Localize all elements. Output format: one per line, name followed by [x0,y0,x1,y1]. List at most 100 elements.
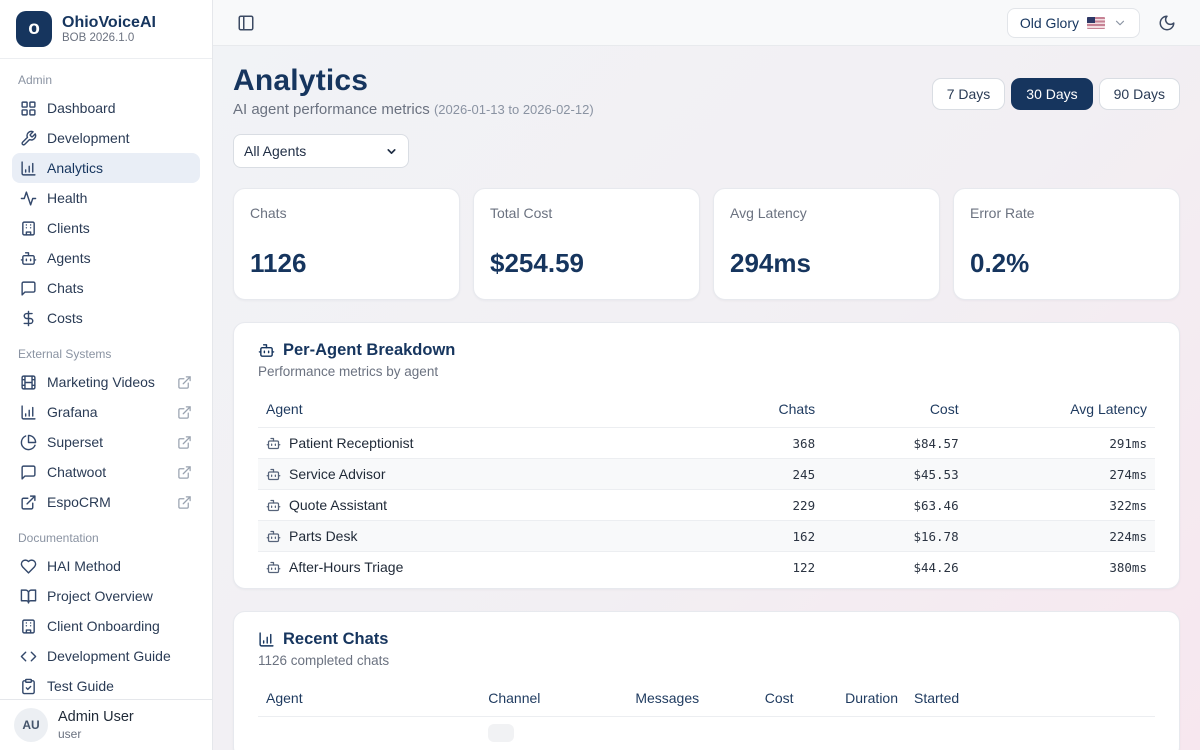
content: Analytics AI agent performance metrics (… [213,46,1200,750]
user-role: user [58,727,134,741]
brand-logo: o [16,11,52,47]
sidebar-item-agents[interactable]: Agents [12,243,200,273]
stat-value: 0.2% [970,248,1163,279]
sidebar-item-superset[interactable]: Superset [12,427,200,457]
table-row-parts-desk[interactable]: Parts Desk162$16.78224ms [258,521,1155,552]
table-row-after-hours-triage[interactable]: After-Hours Triage122$44.26380ms [258,552,1155,583]
message-icon [20,280,37,297]
agent-filter-value: All Agents [244,143,306,159]
stat-card-chats: Chats1126 [233,188,460,300]
external-link-icon [20,494,37,511]
sidebar-item-label: EspoCRM [47,494,167,510]
sidebar-item-development[interactable]: Development [12,123,200,153]
sidebar-item-hai-method[interactable]: HAI Method [12,551,200,581]
recent-chats-title: Recent Chats [283,630,388,649]
sidebar-item-label: Analytics [47,160,192,176]
sidebar-item-development-guide[interactable]: Development Guide [12,641,200,671]
sidebar-item-label: Health [47,190,192,206]
bot-icon [266,529,281,544]
table-row-patient-receptionist[interactable]: Patient Receptionist368$84.57291ms [258,428,1155,459]
column-header-channel: Channel [480,680,627,717]
column-header-chats: Chats [680,391,824,428]
date-range: (2026-01-13 to 2026-02-12) [434,102,594,117]
range-button-90-days[interactable]: 90 Days [1099,78,1180,110]
per-agent-subtitle: Performance metrics by agent [258,364,1155,379]
external-link-icon [177,405,192,420]
table-header-row: AgentChannelMessagesCostDurationStarted [258,680,1155,717]
chevron-down-icon [1113,16,1127,30]
panel-left-icon [237,14,255,32]
per-agent-title: Per-Agent Breakdown [283,341,455,360]
bot-icon [266,436,281,451]
agent-filter-select[interactable]: All Agents [233,134,409,168]
cost-value: $44.26 [823,552,967,583]
column-header-agent: Agent [258,391,680,428]
nav-section-label-external-systems: External Systems [18,347,194,361]
external-link-icon [177,495,192,510]
per-agent-card: Per-Agent Breakdown Performance metrics … [233,322,1180,589]
sidebar-item-label: Test Guide [47,678,192,694]
sidebar-item-clients[interactable]: Clients [12,213,200,243]
sidebar-item-chats[interactable]: Chats [12,273,200,303]
stat-value: 294ms [730,248,923,279]
cost-value: $84.57 [823,428,967,459]
agent-cell [258,717,480,750]
table-row[interactable] [258,717,1155,750]
client-selector-button[interactable]: Old Glory [1007,8,1140,38]
theme-toggle-button[interactable] [1154,10,1180,36]
column-header-cost: Cost [757,680,837,717]
nav-section-label-documentation: Documentation [18,531,194,545]
clipboard-icon [20,678,37,695]
column-header-started: Started [906,680,1155,717]
chats-value: 122 [680,552,824,583]
bot-icon [258,342,275,359]
book-open-icon [20,588,37,605]
sidebar-item-client-onboarding[interactable]: Client Onboarding [12,611,200,641]
dashboard-icon [20,100,37,117]
latency-value: 291ms [967,428,1155,459]
sidebar-toggle-button[interactable] [233,10,259,36]
sidebar-item-costs[interactable]: Costs [12,303,200,333]
latency-value: 224ms [967,521,1155,552]
pie-chart-icon [20,434,37,451]
sidebar-item-marketing-videos[interactable]: Marketing Videos [12,367,200,397]
sidebar-item-grafana[interactable]: Grafana [12,397,200,427]
brand: o OhioVoiceAI BOB 2026.1.0 [0,0,212,59]
sidebar-item-test-guide[interactable]: Test Guide [12,671,200,699]
chats-value: 368 [680,428,824,459]
sidebar-item-espocrm[interactable]: EspoCRM [12,487,200,517]
dollar-icon [20,310,37,327]
channel-cell [480,717,627,750]
sidebar-item-health[interactable]: Health [12,183,200,213]
latency-value: 322ms [967,490,1155,521]
sidebar-item-project-overview[interactable]: Project Overview [12,581,200,611]
film-icon [20,374,37,391]
sidebar-item-label: Chats [47,280,192,296]
range-button-7-days[interactable]: 7 Days [932,78,1006,110]
recent-chats-card: Recent Chats 1126 completed chats AgentC… [233,611,1180,750]
stat-card-error-rate: Error Rate0.2% [953,188,1180,300]
sidebar-item-dashboard[interactable]: Dashboard [12,93,200,123]
table-row-service-advisor[interactable]: Service Advisor245$45.53274ms [258,459,1155,490]
avatar: AU [14,708,48,742]
cost-value: $45.53 [823,459,967,490]
sidebar-item-analytics[interactable]: Analytics [12,153,200,183]
sidebar-item-label: Development Guide [47,648,192,664]
cost-value: $63.46 [823,490,967,521]
agent-name: Quote Assistant [289,497,387,513]
topbar: Old Glory [213,0,1200,46]
sidebar: o OhioVoiceAI BOB 2026.1.0 AdminDashboar… [0,0,213,750]
sidebar-item-chatwoot[interactable]: Chatwoot [12,457,200,487]
brand-name: OhioVoiceAI [62,14,156,32]
user-box[interactable]: AU Admin User user [0,699,212,750]
external-link-icon [177,375,192,390]
range-button-30-days[interactable]: 30 Days [1011,78,1092,110]
sidebar-item-label: Marketing Videos [47,374,167,390]
stat-card-avg-latency: Avg Latency294ms [713,188,940,300]
per-agent-table: AgentChatsCostAvg Latency Patient Recept… [258,391,1155,582]
us-flag-icon [1087,17,1105,29]
table-row-quote-assistant[interactable]: Quote Assistant229$63.46322ms [258,490,1155,521]
bot-icon [20,250,37,267]
moon-icon [1158,14,1176,32]
external-link-icon [177,435,192,450]
